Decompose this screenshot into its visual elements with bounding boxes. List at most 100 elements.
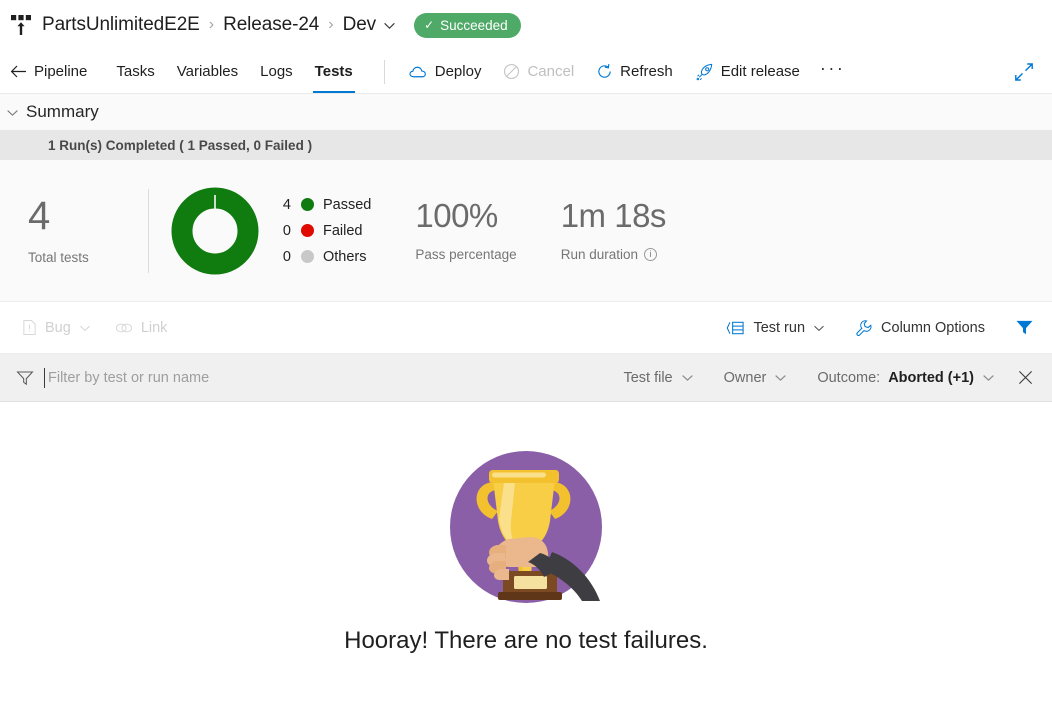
stats-divider (148, 188, 149, 273)
expand-diagonal-icon[interactable] (1014, 62, 1034, 82)
breadcrumb-separator: › (208, 16, 215, 33)
status-badge-label: Succeeded (440, 17, 508, 33)
actions-right-group: Test run Column Options (718, 315, 1034, 341)
link-label: Link (140, 319, 168, 336)
pass-percentage-stat: 100% Pass percentage (415, 199, 516, 262)
toolbar-divider (383, 59, 385, 84)
filter-pill-test-file[interactable]: Test file (615, 366, 701, 390)
refresh-label: Refresh (620, 63, 673, 80)
arrow-left-icon (10, 64, 27, 79)
tab-tasks[interactable]: Tasks (105, 50, 165, 93)
legend-item-passed: 4 Passed (277, 192, 371, 218)
info-icon[interactable]: i (644, 248, 658, 261)
chevron-down-icon (982, 371, 995, 384)
bug-file-icon (22, 319, 37, 336)
cancel-button: Cancel (493, 59, 584, 84)
legend-count: 0 (282, 222, 291, 239)
toolbar: Pipeline Tasks Variables Logs Tests Depl… (0, 50, 1052, 94)
chevron-down-icon[interactable] (6, 106, 19, 119)
failed-color-dot (301, 224, 314, 237)
summary-title: Summary (26, 102, 99, 121)
cancel-circle-icon (503, 63, 520, 80)
check-icon: ✓ (424, 18, 435, 32)
filter-toggle-button[interactable] (1007, 315, 1034, 340)
legend-item-others: 0 Others (277, 244, 371, 270)
filter-pill-label: Owner (723, 369, 767, 386)
edit-release-label: Edit release (720, 63, 800, 80)
status-badge: ✓ Succeeded (414, 12, 521, 38)
create-bug-button: Bug (14, 315, 99, 340)
tab-label: Logs (260, 63, 293, 80)
release-tests-page: PartsUnlimitedE2E › Release-24 › Dev ✓ S… (0, 0, 1052, 712)
legend-label: Failed (323, 222, 363, 239)
back-to-pipeline-button[interactable]: Pipeline (10, 63, 87, 80)
filter-funnel-icon (16, 370, 34, 386)
legend-item-failed: 0 Failed (277, 218, 371, 244)
others-color-dot (301, 250, 314, 263)
test-summary-stats: 4 Total tests 4 Passed 0 Failed 0 Others… (0, 160, 1052, 302)
create-bug-label: Bug (45, 319, 71, 336)
tab-variables[interactable]: Variables (166, 50, 249, 93)
refresh-icon (596, 63, 613, 80)
filter-input[interactable] (44, 367, 364, 388)
run-duration-label-wrap: Run duration i (561, 247, 666, 262)
cancel-label: Cancel (527, 63, 575, 80)
edit-release-button[interactable]: Edit release (685, 59, 810, 85)
donut-legend: 4 Passed 0 Failed 0 Others (277, 192, 371, 270)
total-tests-stat: 4 Total tests (28, 196, 148, 265)
rocket-icon (695, 63, 714, 81)
refresh-button[interactable]: Refresh (586, 59, 683, 84)
toolbar-commands: Deploy Cancel Refresh Edit release ··· (399, 58, 854, 85)
tab-tests[interactable]: Tests (304, 50, 364, 93)
results-actions-bar: Bug Link Test run Column Options (0, 302, 1052, 354)
empty-state: Hooray! There are no test failures. (0, 402, 1052, 708)
release-pipeline-icon (8, 12, 34, 38)
link-icon (115, 321, 133, 335)
group-by-icon (726, 320, 745, 336)
tab-label: Tests (314, 63, 353, 80)
run-duration-value: 1m 18s (560, 197, 667, 234)
pass-percentage-value: 100% (415, 197, 498, 234)
filter-pill-outcome[interactable]: Outcome: Aborted (+1) (809, 366, 1003, 390)
legend-count: 4 (282, 196, 291, 213)
chevron-down-icon (79, 322, 91, 334)
breadcrumb-item-project[interactable]: PartsUnlimitedE2E (42, 14, 200, 36)
pass-percentage-label: Pass percentage (415, 247, 517, 262)
tab-logs[interactable]: Logs (249, 50, 304, 93)
chevron-down-icon (681, 371, 694, 384)
cloud-icon (409, 65, 428, 79)
tab-label: Tasks (116, 63, 155, 80)
summary-section-header[interactable]: Summary (0, 94, 1052, 130)
trophy-in-hand-illustration (448, 449, 604, 605)
column-options-button[interactable]: Column Options (847, 315, 993, 341)
total-tests-label: Total tests (28, 250, 89, 265)
breadcrumb-separator: › (328, 16, 334, 33)
close-filter-icon[interactable] (1017, 369, 1034, 386)
run-status-banner: 1 Run(s) Completed ( 1 Passed, 0 Failed … (0, 130, 1052, 160)
breadcrumb-item-release[interactable]: Release-24 (223, 14, 319, 36)
total-tests-value: 4 (28, 194, 51, 238)
breadcrumb-item-stage[interactable]: Dev (343, 14, 377, 36)
legend-count: 0 (282, 248, 291, 265)
back-to-pipeline-label: Pipeline (34, 63, 88, 80)
tab-list: Tasks Variables Logs Tests (105, 50, 363, 93)
filter-pill-label: Outcome: (817, 369, 881, 386)
legend-label: Others (323, 248, 367, 265)
filter-pill-owner[interactable]: Owner (716, 366, 796, 390)
outcome-donut-chart: 4 Passed 0 Failed 0 Others (171, 187, 371, 275)
tab-label: Variables (176, 63, 239, 80)
more-actions-button[interactable]: ··· (812, 58, 853, 85)
chevron-down-icon[interactable] (383, 19, 396, 32)
filter-bar: Test file Owner Outcome: Aborted (+1) (0, 354, 1052, 402)
passed-color-dot (301, 198, 314, 211)
link-button: Link (107, 316, 176, 340)
run-duration-stat: 1m 18s Run duration i (560, 197, 667, 262)
deploy-button[interactable]: Deploy (399, 59, 492, 84)
chevron-down-icon (813, 322, 825, 334)
deploy-label: Deploy (434, 63, 482, 80)
column-options-label: Column Options (881, 319, 985, 336)
empty-state-message: Hooray! There are no test failures. (344, 627, 708, 654)
filter-pill-label: Test file (623, 369, 673, 386)
donut-svg (171, 187, 259, 274)
test-run-groupby-button[interactable]: Test run (718, 316, 833, 340)
